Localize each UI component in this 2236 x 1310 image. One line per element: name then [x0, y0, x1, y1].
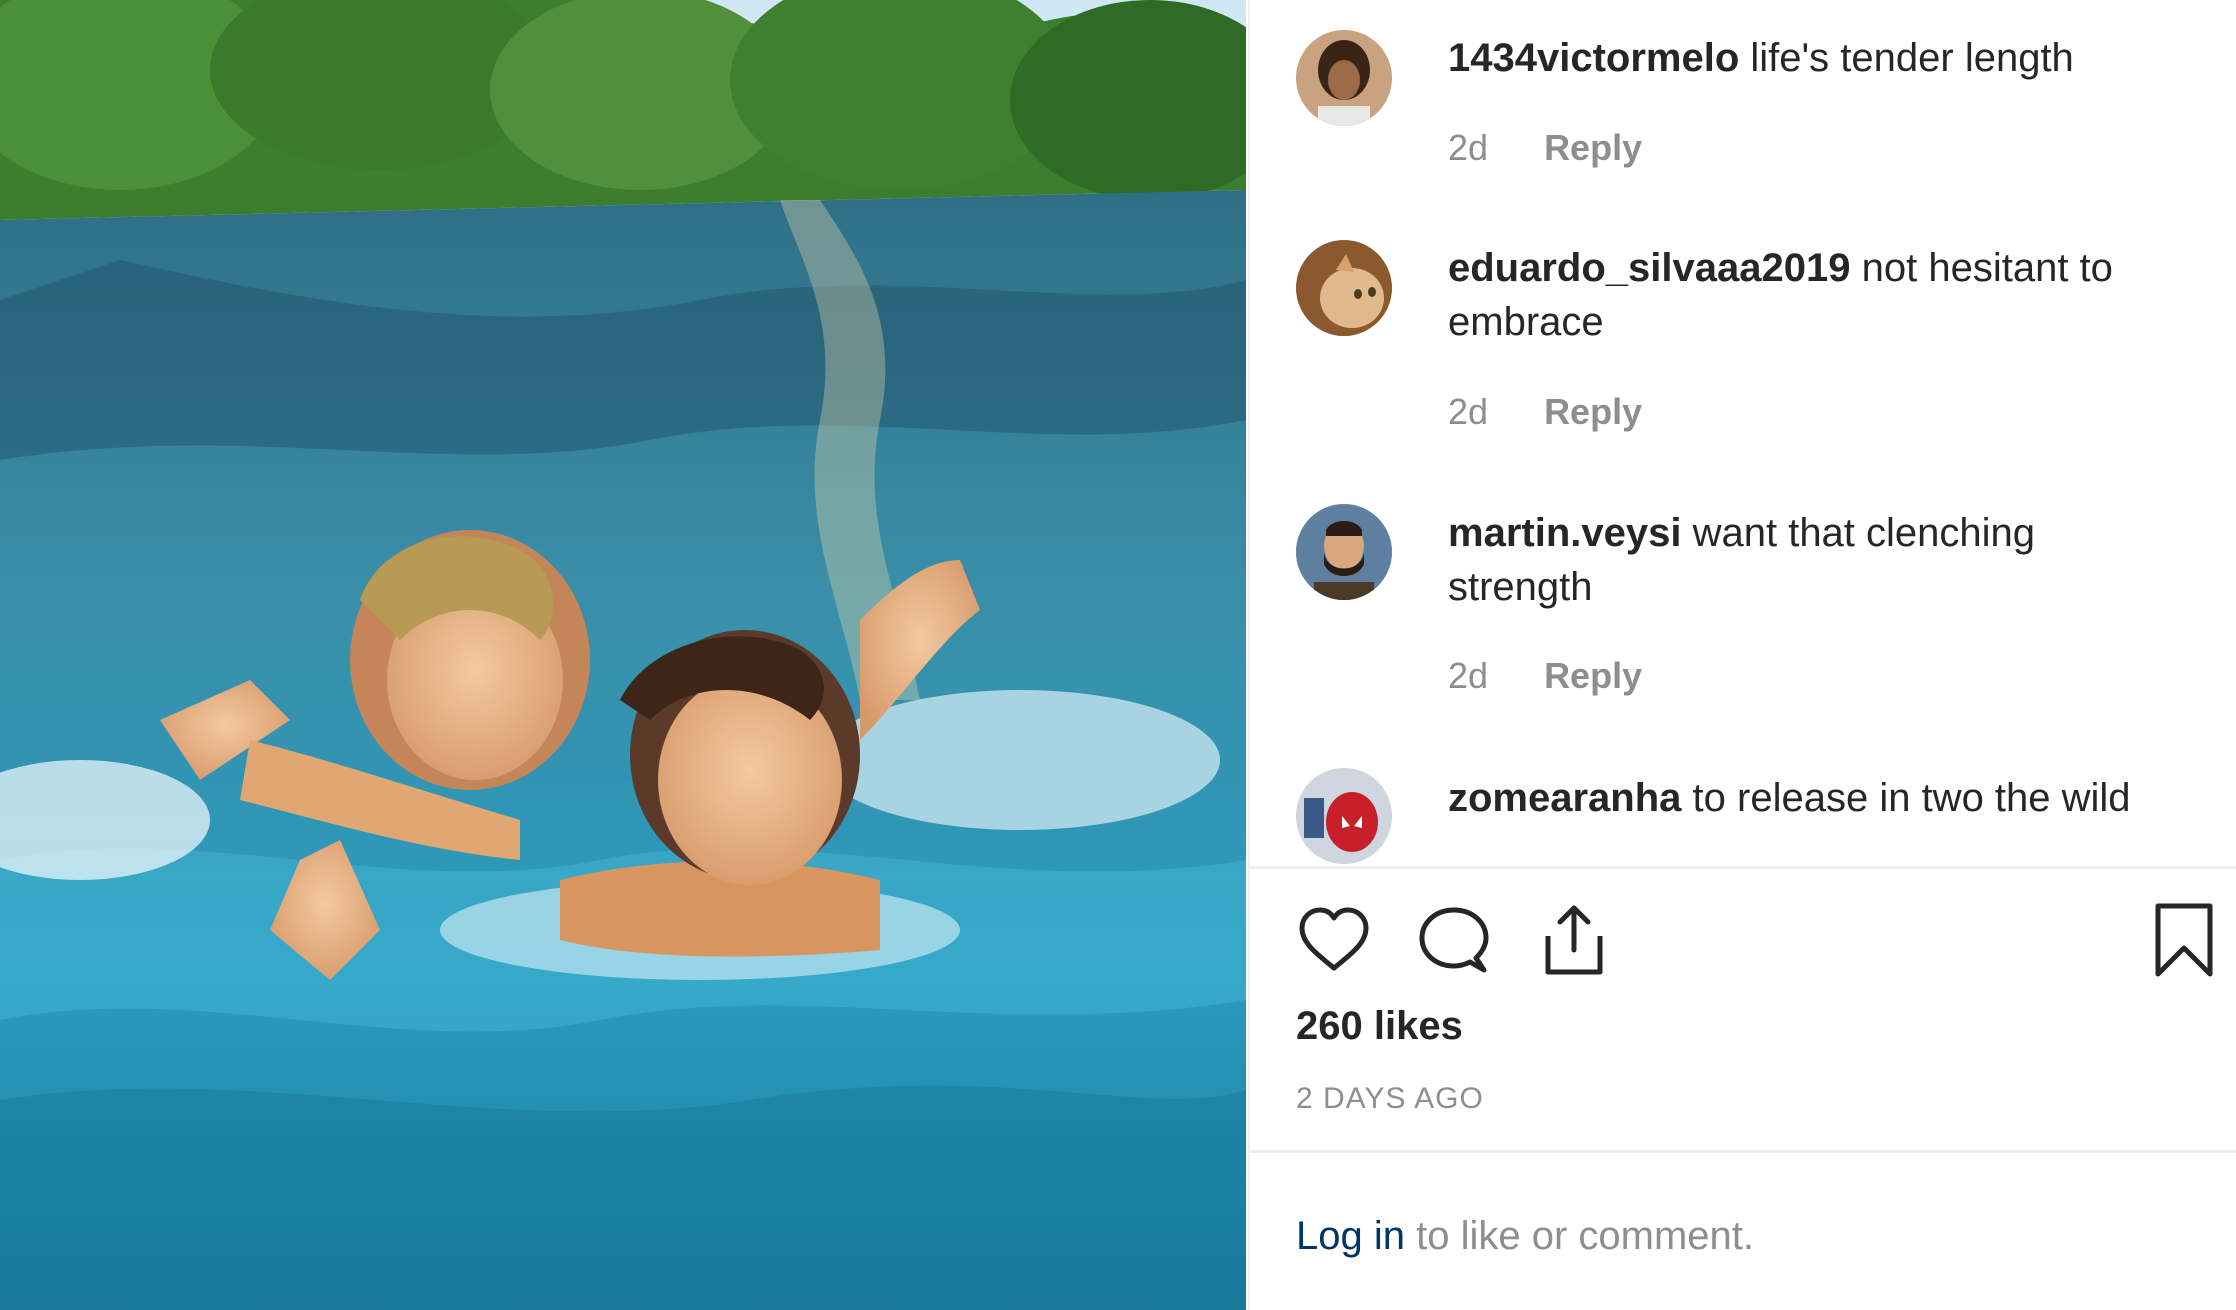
bookmark-icon: [2155, 903, 2213, 977]
login-link[interactable]: Log in: [1296, 1214, 1405, 1258]
comment-time: 2d: [1448, 655, 1489, 696]
save-button[interactable]: [2144, 900, 2224, 980]
likes-count[interactable]: 260 likes: [1296, 1004, 1463, 1049]
comments-list[interactable]: 1434victormelo life's tender length 2d R…: [1250, 0, 2236, 866]
divider: [1250, 1150, 2236, 1153]
comment-username[interactable]: zomearanha: [1448, 776, 1681, 820]
comment-bubble-icon: [1419, 907, 1489, 973]
reply-button[interactable]: Reply: [1544, 655, 1642, 696]
comment-time: 2d: [1448, 127, 1489, 168]
action-bar: [1250, 900, 2236, 986]
avatar[interactable]: [1296, 504, 1392, 600]
comment-button[interactable]: [1414, 900, 1494, 980]
share-icon: [1545, 905, 1603, 975]
comment-time: 2d: [1448, 391, 1489, 432]
post-side-panel: 1434victormelo life's tender length 2d R…: [1248, 0, 2236, 1310]
share-button[interactable]: [1534, 900, 1614, 980]
comment-text: life's tender length: [1750, 36, 2074, 80]
comment-username[interactable]: 1434victormelo: [1448, 36, 1739, 80]
login-prompt: Log in to like or comment.: [1296, 1214, 1754, 1259]
heart-icon: [1299, 907, 1369, 971]
post-timestamp: 2 DAYS AGO: [1296, 1082, 1484, 1115]
reply-button[interactable]: Reply: [1544, 127, 1642, 168]
comment-username[interactable]: martin.veysi: [1448, 511, 1681, 555]
comment-username[interactable]: eduardo_silvaaa2019: [1448, 246, 1850, 290]
avatar[interactable]: [1296, 30, 1392, 126]
divider: [1250, 866, 2236, 869]
login-prompt-text: to like or comment.: [1404, 1214, 1754, 1258]
avatar[interactable]: [1296, 240, 1392, 336]
reply-button[interactable]: Reply: [1544, 391, 1642, 432]
like-button[interactable]: [1294, 900, 1374, 980]
post-photo: [0, 0, 1246, 1310]
comment-text: to release in two the wild: [1692, 776, 2131, 820]
avatar[interactable]: [1296, 768, 1392, 864]
